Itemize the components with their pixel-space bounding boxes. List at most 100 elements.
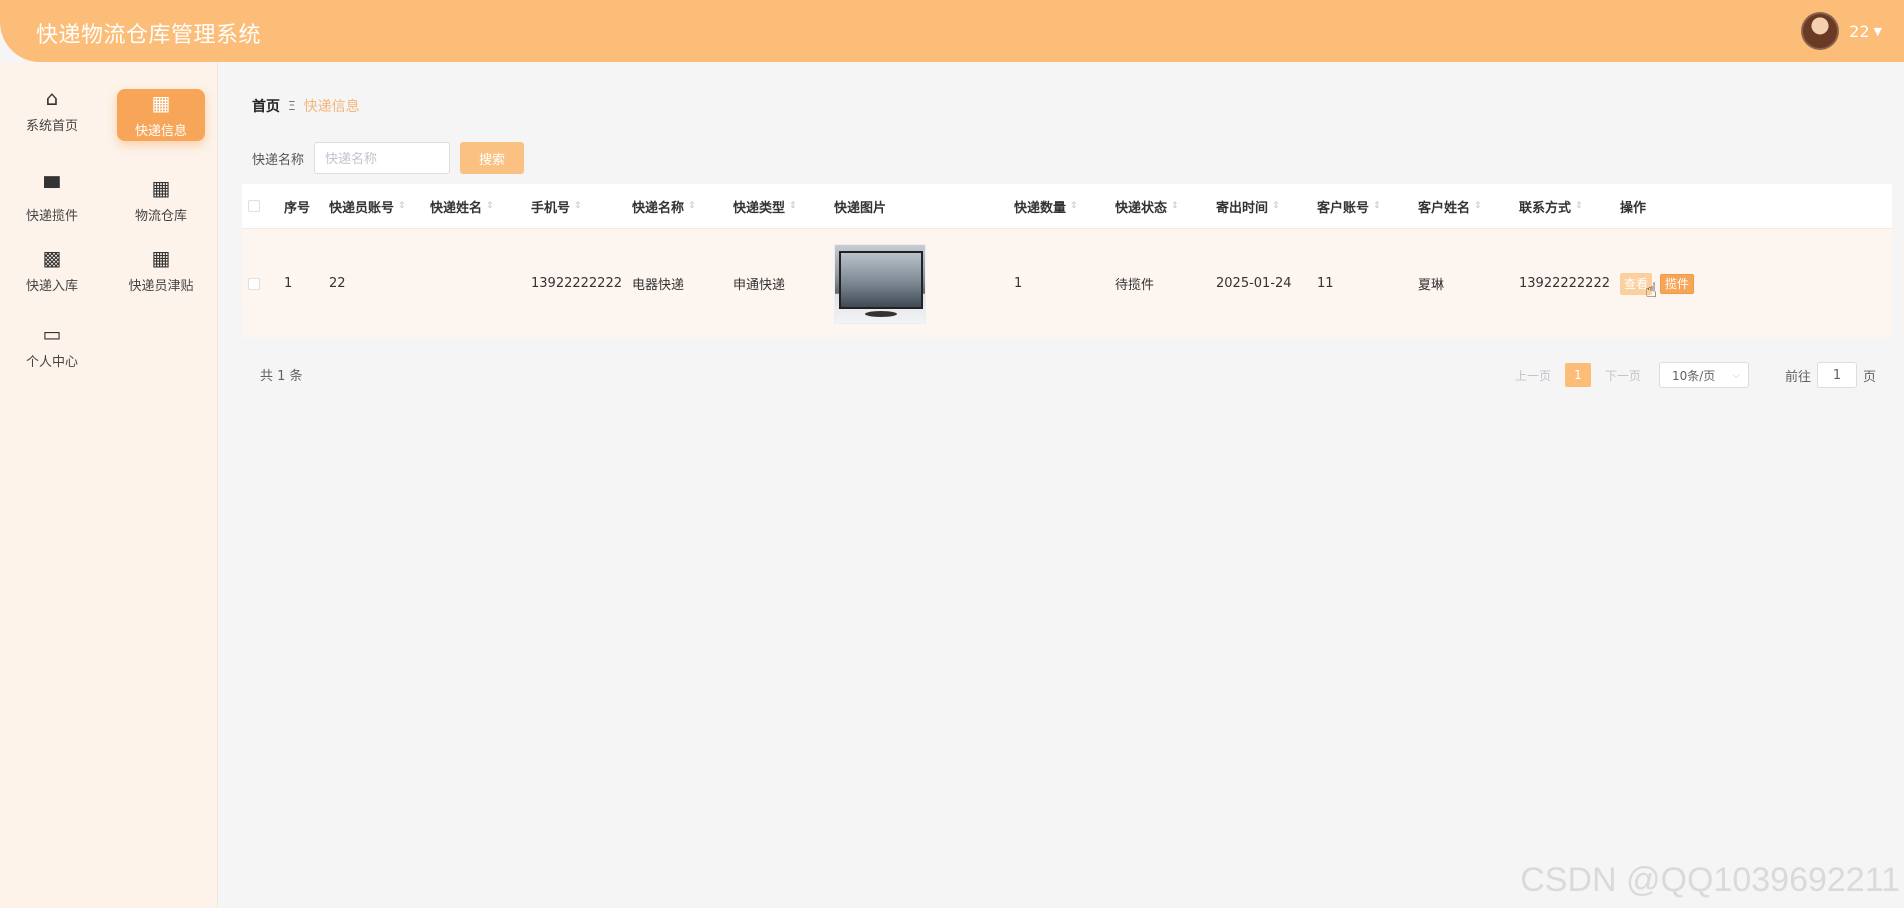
column-header[interactable]: 快递类型 ⇕	[733, 197, 834, 216]
chevron-down-icon[interactable]: ▼	[1874, 25, 1882, 38]
app-title: 快递物流仓库管理系统	[36, 23, 262, 48]
column-header-label: 寄出时间	[1216, 200, 1269, 216]
sort-icon[interactable]: ⇕	[1373, 202, 1381, 211]
column-header-label: 快递图片	[834, 200, 887, 216]
sort-icon[interactable]: ⇕	[1070, 202, 1078, 211]
column-header[interactable]: 快递状态 ⇕	[1115, 197, 1216, 216]
table-cell: 2025-01-24	[1216, 276, 1292, 291]
column-header-label: 快递类型	[733, 200, 786, 216]
actions-cell: 查看 揽件	[1620, 272, 1770, 295]
column-header[interactable]: 快递名称 ⇕	[632, 197, 733, 216]
column-header: 序号	[284, 197, 329, 216]
table-cell: 13922222222	[1519, 276, 1610, 291]
sidebar-item-home[interactable]: ⌂ 系统首页	[8, 82, 96, 138]
row-select-cell	[242, 277, 284, 290]
next-page-button[interactable]: 下一页	[1605, 367, 1641, 384]
sidebar: ⌂ 系统首页 ▦ 快递信息 ▀ 快递揽件 ▦ 物流仓库 ▩ 快递入库 ▦ 快递员…	[0, 62, 218, 908]
user-name[interactable]: 22	[1849, 22, 1869, 41]
column-header-label: 快递状态	[1115, 200, 1168, 216]
grid-icon: ▦	[151, 175, 171, 200]
sort-icon[interactable]: ⇕	[789, 202, 797, 211]
table-cell: 1	[1014, 276, 1023, 291]
avatar[interactable]	[1801, 12, 1840, 50]
sort-icon[interactable]: ⇕	[688, 202, 696, 211]
column-header-label: 序号	[284, 200, 311, 216]
sidebar-item-label: 快递入库	[25, 278, 78, 294]
sort-icon[interactable]: ⇕	[1171, 202, 1179, 211]
prev-page-button[interactable]: 上一页	[1515, 367, 1551, 384]
grid-icon: ▦	[151, 245, 171, 270]
brush-icon: ▀	[44, 175, 60, 200]
sidebar-item-label: 个人中心	[25, 354, 78, 370]
table-cell	[834, 243, 1014, 324]
sidebar-item-label: 快递员津贴	[128, 278, 194, 294]
sort-icon[interactable]: ⇕	[486, 202, 494, 211]
collect-button[interactable]: 揽件	[1660, 273, 1695, 294]
search-button[interactable]: 搜索	[460, 142, 525, 174]
table-cell: 1	[284, 276, 293, 291]
column-header[interactable]: 快递姓名 ⇕	[430, 197, 531, 216]
row-checkbox[interactable]	[248, 277, 260, 290]
page-size-select[interactable]: 10条/页 ⌵	[1658, 362, 1749, 388]
select-all-checkbox[interactable]	[248, 200, 260, 212]
sidebar-item-label: 物流仓库	[134, 208, 187, 224]
express-image[interactable]	[834, 243, 926, 324]
table-cell: 11	[1317, 276, 1334, 291]
column-header[interactable]: 客户姓名 ⇕	[1418, 197, 1519, 216]
sort-icon[interactable]: ⇕	[574, 202, 582, 211]
tv-screen	[839, 250, 923, 309]
breadcrumb-home[interactable]: 首页	[252, 96, 280, 116]
table-cell: 申通快递	[733, 278, 786, 293]
column-header-label: 快递名称	[632, 200, 685, 216]
search-label: 快递名称	[252, 152, 305, 168]
search-input[interactable]	[314, 142, 451, 174]
table-cell: 夏琳	[1418, 278, 1445, 293]
chevron-down-icon: ⌵	[1732, 369, 1740, 381]
page-jumper: 前往 1 页	[1785, 362, 1876, 388]
breadcrumb-current: 快递信息	[303, 99, 360, 115]
sidebar-item-warehouse[interactable]: ▦ 物流仓库	[117, 172, 205, 228]
column-header[interactable]: 快递数量 ⇕	[1014, 197, 1115, 216]
column-header-label: 快递数量	[1014, 200, 1067, 216]
sidebar-item-inbound[interactable]: ▩ 快递入库	[8, 242, 96, 298]
column-header[interactable]: 联系方式 ⇕	[1519, 197, 1620, 216]
wallet-icon: ▭	[42, 321, 62, 346]
column-header: 操作	[1620, 197, 1770, 216]
sidebar-item-label: 系统首页	[25, 118, 78, 134]
pagination-controls: 上一页 1 下一页 10条/页 ⌵ 前往 1 页	[1515, 362, 1876, 388]
sort-icon[interactable]: ⇕	[1272, 202, 1280, 211]
goto-page-input[interactable]: 1	[1816, 362, 1857, 388]
search-bar: 快递名称 搜索	[252, 142, 525, 174]
sidebar-item-allowance[interactable]: ▦ 快递员津贴	[117, 242, 205, 298]
sort-icon[interactable]: ⇕	[1474, 202, 1482, 211]
column-header[interactable]: 寄出时间 ⇕	[1216, 197, 1317, 216]
column-header[interactable]: 快递员账号 ⇕	[329, 197, 430, 216]
page-number-button[interactable]: 1	[1564, 363, 1591, 387]
sort-icon[interactable]: ⇕	[1575, 202, 1583, 211]
column-header-label: 联系方式	[1519, 200, 1572, 216]
grid-icon: ▦	[151, 90, 171, 115]
select-all-cell	[242, 200, 284, 212]
sidebar-item-express-pickup[interactable]: ▀ 快递揽件	[8, 172, 96, 228]
table-header: 序号 快递员账号 ⇕ 快递姓名 ⇕ 手机号 ⇕ 快递名称 ⇕ 快递类型 ⇕ 快递图片 快递…	[242, 184, 1892, 228]
sort-icon[interactable]: ⇕	[398, 202, 406, 211]
table-cell: 13922222222	[531, 276, 622, 291]
total-count: 共 1 条	[260, 369, 303, 384]
sidebar-item-label: 快递揽件	[25, 208, 78, 224]
column-header[interactable]: 手机号 ⇕	[531, 197, 632, 216]
table-cell: 22	[329, 276, 346, 291]
goto-label: 前往	[1784, 369, 1811, 385]
sidebar-item-profile[interactable]: ▭ 个人中心	[8, 318, 96, 374]
goto-suffix: 页	[1862, 369, 1876, 385]
column-header-label: 客户账号	[1317, 200, 1370, 216]
column-header-label: 客户姓名	[1418, 200, 1471, 216]
user-menu[interactable]: 22 ▼	[1801, 12, 1882, 50]
column-header-label: 操作	[1620, 200, 1647, 216]
column-header-label: 快递姓名	[430, 200, 483, 216]
tv-stand	[865, 310, 897, 317]
column-header[interactable]: 客户账号 ⇕	[1317, 197, 1418, 216]
column-header-label: 手机号	[531, 200, 571, 216]
hand-cursor-icon: ☝	[1645, 278, 1658, 302]
data-table: 序号 快递员账号 ⇕ 快递姓名 ⇕ 手机号 ⇕ 快递名称 ⇕ 快递类型 ⇕ 快递图片 快递…	[242, 184, 1892, 338]
sidebar-item-express-info[interactable]: ▦ 快递信息	[117, 89, 205, 141]
